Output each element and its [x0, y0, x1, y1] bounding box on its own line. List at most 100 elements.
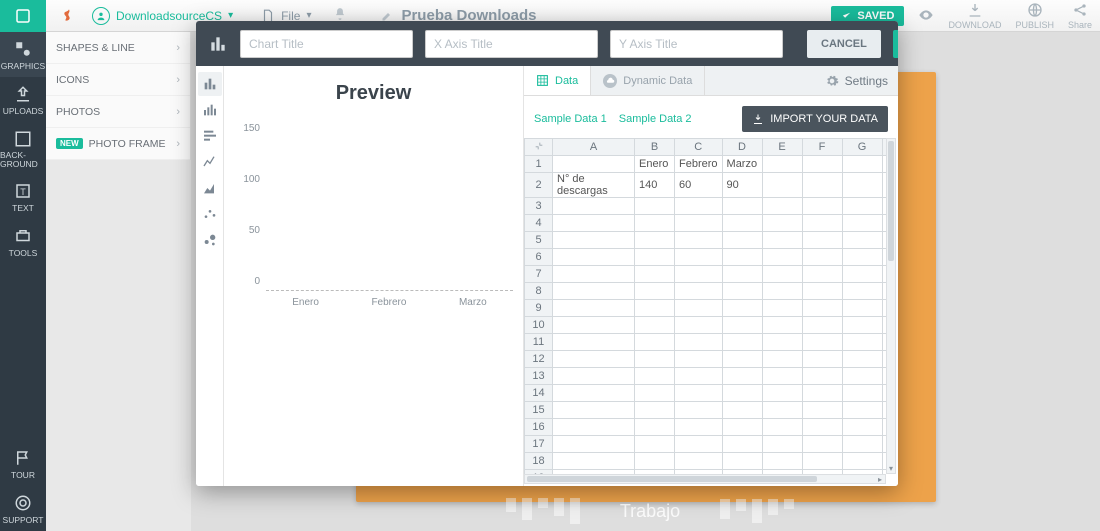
grid-cell[interactable] [802, 249, 842, 266]
grid-cell[interactable] [722, 215, 762, 232]
row-header[interactable]: 9 [525, 300, 553, 317]
grid-cell[interactable] [553, 385, 635, 402]
grid-cell[interactable] [722, 368, 762, 385]
row-header[interactable]: 15 [525, 402, 553, 419]
grid-cell[interactable] [762, 266, 802, 283]
grid-cell[interactable] [762, 173, 802, 198]
grid-cell[interactable] [762, 385, 802, 402]
grid-cell[interactable] [675, 436, 723, 453]
grid-cell[interactable] [802, 453, 842, 470]
column-header[interactable]: F [802, 139, 842, 156]
grid-cell[interactable] [675, 368, 723, 385]
chart-type-area[interactable] [198, 176, 222, 200]
grid-cell[interactable] [842, 300, 882, 317]
grid-cell[interactable] [553, 402, 635, 419]
grid-cell[interactable] [842, 385, 882, 402]
grid-cell[interactable] [635, 402, 675, 419]
grid-cell[interactable] [722, 232, 762, 249]
data-grid[interactable]: ABCDEFGH 1EneroFebreroMarzo2N° de descar… [524, 138, 886, 474]
chart-type-bubble[interactable] [198, 228, 222, 252]
scrollbar-thumb[interactable] [527, 476, 817, 482]
grid-cell[interactable] [675, 419, 723, 436]
grid-cell[interactable] [675, 351, 723, 368]
row-header[interactable]: 11 [525, 334, 553, 351]
grid-cell[interactable]: Marzo [722, 156, 762, 173]
column-header[interactable]: B [635, 139, 675, 156]
grid-cell[interactable] [635, 266, 675, 283]
grid-cell[interactable]: 60 [675, 173, 723, 198]
grid-cell[interactable] [762, 215, 802, 232]
grid-cell[interactable] [802, 283, 842, 300]
row-header[interactable]: 17 [525, 436, 553, 453]
grid-cell[interactable]: Enero [635, 156, 675, 173]
grid-cell[interactable] [842, 173, 882, 198]
grid-cell[interactable] [802, 317, 842, 334]
grid-cell[interactable] [675, 385, 723, 402]
grid-cell[interactable] [762, 351, 802, 368]
grid-cell[interactable] [553, 453, 635, 470]
grid-cell[interactable] [635, 453, 675, 470]
spreadsheet-scroll[interactable]: ABCDEFGH 1EneroFebreroMarzo2N° de descar… [524, 138, 886, 474]
grid-cell[interactable] [762, 156, 802, 173]
column-header[interactable]: A [553, 139, 635, 156]
horizontal-scrollbar[interactable]: ◂▸ [524, 474, 886, 484]
row-header[interactable]: 12 [525, 351, 553, 368]
grid-cell[interactable] [553, 249, 635, 266]
grid-cell[interactable] [802, 173, 842, 198]
grid-cell[interactable] [635, 385, 675, 402]
grid-cell[interactable] [675, 300, 723, 317]
chart-title-input[interactable] [240, 30, 413, 58]
grid-cell[interactable]: Febrero [675, 156, 723, 173]
grid-cell[interactable]: 90 [722, 173, 762, 198]
grid-cell[interactable] [675, 198, 723, 215]
grid-cell[interactable] [842, 402, 882, 419]
row-header[interactable]: 5 [525, 232, 553, 249]
scroll-right-icon[interactable]: ▸ [875, 475, 885, 483]
grid-cell[interactable] [553, 215, 635, 232]
grid-cell[interactable] [675, 453, 723, 470]
grid-cell[interactable] [675, 266, 723, 283]
grid-cell[interactable] [635, 334, 675, 351]
grid-cell[interactable] [675, 317, 723, 334]
grid-cell[interactable] [802, 351, 842, 368]
grid-cell[interactable] [802, 232, 842, 249]
grid-cell[interactable] [675, 249, 723, 266]
grid-cell[interactable]: N° de descargas [553, 173, 635, 198]
grid-cell[interactable] [635, 351, 675, 368]
grid-cell[interactable] [802, 198, 842, 215]
grid-cell[interactable] [553, 436, 635, 453]
grid-cell[interactable] [802, 215, 842, 232]
grid-cell[interactable] [553, 334, 635, 351]
sample-data-2-link[interactable]: Sample Data 2 [619, 113, 692, 125]
grid-cell[interactable] [802, 156, 842, 173]
grid-cell[interactable] [802, 334, 842, 351]
grid-cell[interactable] [553, 156, 635, 173]
grid-cell[interactable] [842, 317, 882, 334]
grid-cell[interactable] [722, 249, 762, 266]
grid-cell[interactable] [635, 368, 675, 385]
row-header[interactable]: 16 [525, 419, 553, 436]
grid-cell[interactable] [842, 419, 882, 436]
x-axis-title-input[interactable] [425, 30, 598, 58]
scroll-down-icon[interactable]: ▾ [887, 463, 895, 473]
grid-cell[interactable] [635, 317, 675, 334]
grid-cell[interactable] [842, 156, 882, 173]
row-header[interactable]: 18 [525, 453, 553, 470]
tab-dynamic-data[interactable]: Dynamic Data [591, 66, 705, 95]
grid-cell[interactable] [762, 436, 802, 453]
grid-cell[interactable] [553, 232, 635, 249]
tab-data[interactable]: Data [524, 66, 591, 95]
column-header[interactable]: C [675, 139, 723, 156]
grid-cell[interactable] [635, 198, 675, 215]
chart-type-scatter[interactable] [198, 202, 222, 226]
grid-cell[interactable] [842, 453, 882, 470]
grid-cell[interactable] [553, 351, 635, 368]
grid-cell[interactable] [762, 300, 802, 317]
grid-cell[interactable] [635, 232, 675, 249]
grid-cell[interactable] [762, 419, 802, 436]
grid-cell[interactable] [635, 249, 675, 266]
grid-cell[interactable] [722, 453, 762, 470]
grid-cell[interactable] [675, 215, 723, 232]
chart-type-horizontal-bar[interactable] [198, 124, 222, 148]
y-axis-title-input[interactable] [610, 30, 783, 58]
